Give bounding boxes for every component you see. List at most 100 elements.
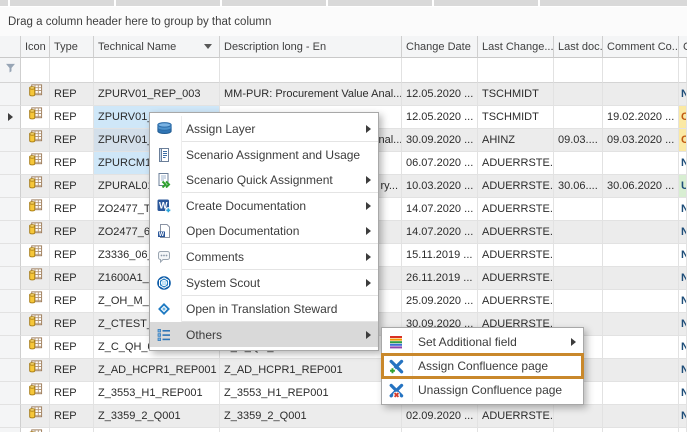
menu-item-scenario-quick-assignment[interactable]: Scenario Quick Assignment <box>150 167 378 192</box>
last_changed-cell[interactable]: ADUERRSTE... <box>478 198 554 221</box>
tech-cell[interactable]: Z_3553_H1_REP001 <box>94 382 220 405</box>
menu-item-system-scout[interactable]: System Scout <box>150 270 378 295</box>
table-row[interactable]: REPZPURV01_REP_003MM-PUR: Procurement Va… <box>0 83 687 106</box>
type-cell[interactable]: REP <box>50 152 94 175</box>
filter-cell-status[interactable] <box>679 58 687 83</box>
last_doc-cell[interactable] <box>554 83 603 106</box>
status-cell[interactable]: N <box>679 382 687 405</box>
comment-cell[interactable] <box>603 83 679 106</box>
type-cell[interactable]: REP <box>50 290 94 313</box>
comment-cell[interactable]: 30.06.2020 ... <box>603 175 679 198</box>
type-cell[interactable]: REP <box>50 175 94 198</box>
group-by-panel[interactable]: Drag a column header here to group by th… <box>0 7 687 37</box>
status-cell[interactable] <box>679 428 687 432</box>
column-header-icon[interactable]: Icon <box>21 36 50 58</box>
row-icon-cell[interactable] <box>21 198 50 221</box>
filter-cell-change_date[interactable] <box>402 58 478 83</box>
status-cell[interactable]: N <box>679 359 687 382</box>
status-cell[interactable]: N <box>679 83 687 106</box>
status-cell[interactable]: N <box>679 221 687 244</box>
row-icon-cell[interactable] <box>21 428 50 432</box>
row-indicator-cell[interactable] <box>0 267 21 290</box>
type-cell[interactable]: REP <box>50 313 94 336</box>
column-header-last_changed[interactable]: Last Change... <box>478 36 554 58</box>
column-header-tech[interactable]: Technical Name <box>94 36 220 58</box>
last_changed-cell[interactable]: AHINZ <box>478 129 554 152</box>
change_date-cell[interactable]: 12.05.2020 ... <box>402 106 478 129</box>
status-cell[interactable]: N <box>679 267 687 290</box>
row-indicator-cell[interactable] <box>0 290 21 313</box>
row-indicator-cell[interactable] <box>0 405 21 428</box>
desc-cell[interactable]: Z_3553_H1_REP001 <box>220 382 402 405</box>
desc-cell[interactable]: MM-PUR: Procurement Value Anal... <box>220 83 402 106</box>
change_date-cell[interactable]: 26.11.2019 ... <box>402 267 478 290</box>
menu-item-others[interactable]: Others <box>150 322 378 347</box>
type-cell[interactable]: REP <box>50 359 94 382</box>
type-cell[interactable]: REP <box>50 336 94 359</box>
comment-cell[interactable]: 19.02.2020 ... <box>603 106 679 129</box>
type-cell[interactable]: REP <box>50 382 94 405</box>
comment-cell[interactable] <box>603 152 679 175</box>
last_changed-cell[interactable]: ADUERRSTE... <box>478 405 554 428</box>
comment-cell[interactable] <box>603 313 679 336</box>
type-cell[interactable]: REP <box>50 129 94 152</box>
row-icon-cell[interactable] <box>21 244 50 267</box>
row-indicator-cell[interactable] <box>0 382 21 405</box>
row-indicator-cell[interactable] <box>0 221 21 244</box>
row-indicator-cell[interactable] <box>0 359 21 382</box>
last_doc-cell[interactable] <box>554 106 603 129</box>
menu-item-open-in-translation-steward[interactable]: Open in Translation Steward <box>150 296 378 321</box>
type-cell[interactable]: REP <box>50 244 94 267</box>
change_date-cell[interactable]: 02.09.2020 ... <box>402 405 478 428</box>
change_date-cell[interactable]: 30.09.2020 ... <box>402 129 478 152</box>
last_changed-cell[interactable]: TSCHMIDT <box>478 106 554 129</box>
status-cell[interactable]: N <box>679 152 687 175</box>
type-cell[interactable]: REP <box>50 198 94 221</box>
row-icon-cell[interactable] <box>21 267 50 290</box>
submenu-item-set-additional-field[interactable]: Set Additional field <box>382 330 583 354</box>
comment-cell[interactable] <box>603 359 679 382</box>
column-header-last_doc[interactable]: Last doc. <box>554 36 603 58</box>
comment-cell[interactable] <box>603 382 679 405</box>
row-icon-cell[interactable] <box>21 129 50 152</box>
column-header-status[interactable]: C <box>679 36 687 58</box>
row-indicator-cell[interactable] <box>0 83 21 106</box>
change_date-cell[interactable] <box>402 428 478 432</box>
menu-item-comments[interactable]: Comments <box>150 244 378 269</box>
status-cell[interactable]: U <box>679 175 687 198</box>
comment-cell[interactable] <box>603 244 679 267</box>
last_doc-cell[interactable] <box>554 198 603 221</box>
last_doc-cell[interactable]: 30.06.... <box>554 175 603 198</box>
last_changed-cell[interactable]: TSCHMIDT <box>478 83 554 106</box>
submenu-item-unassign-confluence-page[interactable]: Unassign Confluence page <box>382 378 583 402</box>
column-header-indicator[interactable] <box>0 36 21 58</box>
comment-cell[interactable] <box>603 267 679 290</box>
type-cell[interactable]: REP <box>50 221 94 244</box>
row-indicator-cell[interactable] <box>0 106 21 129</box>
row-icon-cell[interactable] <box>21 359 50 382</box>
filter-cell-desc[interactable] <box>220 58 402 83</box>
tech-cell[interactable]: ZPURV01_REP_003 <box>94 83 220 106</box>
menu-item-create-documentation[interactable]: WCreate Documentation <box>150 193 378 218</box>
type-cell[interactable]: REP <box>50 405 94 428</box>
comment-cell[interactable] <box>603 221 679 244</box>
type-cell[interactable]: REP <box>50 428 94 432</box>
last_changed-cell[interactable]: ADUERRSTE... <box>478 267 554 290</box>
last_changed-cell[interactable]: ADUERRSTE... <box>478 290 554 313</box>
change_date-cell[interactable]: 06.07.2020 ... <box>402 152 478 175</box>
filter-cell-icon[interactable] <box>21 58 50 83</box>
filter-cell-tech[interactable] <box>94 58 220 83</box>
filter-cell-last_doc[interactable] <box>554 58 603 83</box>
last_doc-cell[interactable] <box>554 152 603 175</box>
row-indicator-cell[interactable] <box>0 336 21 359</box>
row-indicator-cell[interactable] <box>0 198 21 221</box>
table-row[interactable]: REPZ_3359_2_Q001Z_3359_2_Q00102.09.2020 … <box>0 405 687 428</box>
status-cell[interactable]: C <box>679 106 687 129</box>
row-icon-cell[interactable] <box>21 221 50 244</box>
last_doc-cell[interactable] <box>554 221 603 244</box>
comment-cell[interactable] <box>603 290 679 313</box>
desc-cell[interactable] <box>220 428 402 432</box>
table-row[interactable]: REP <box>0 428 687 432</box>
status-cell[interactable]: N <box>679 405 687 428</box>
row-icon-cell[interactable] <box>21 382 50 405</box>
